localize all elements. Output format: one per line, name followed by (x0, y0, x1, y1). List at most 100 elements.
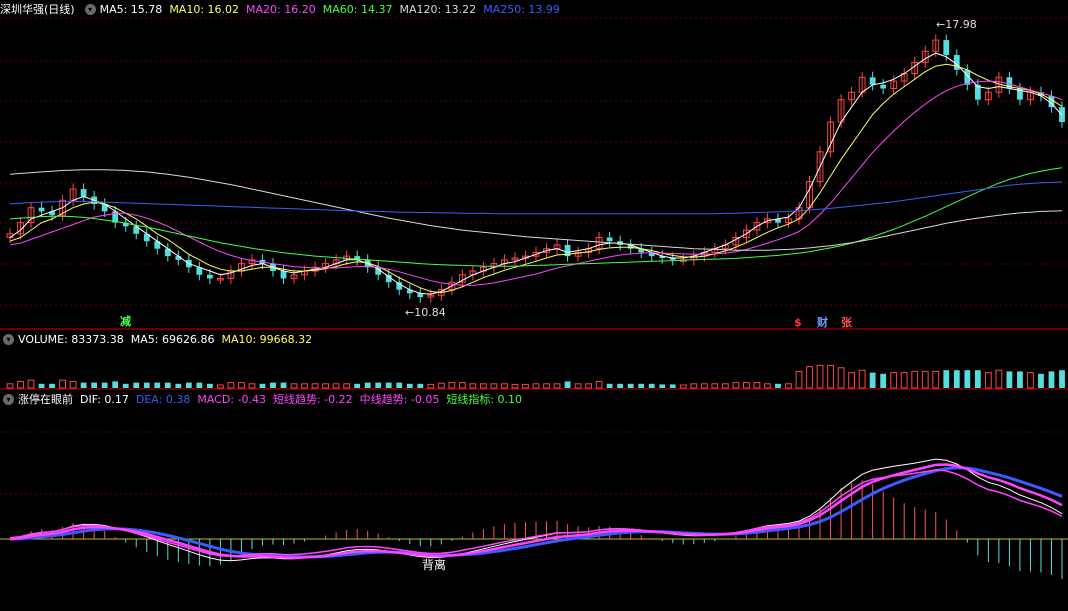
volume-bar-up (721, 383, 729, 389)
volume-bar-up (921, 370, 929, 389)
macd-dropdown-icon[interactable]: ▾ (3, 393, 14, 405)
volume-bar-down (564, 381, 571, 388)
volume-bar-down (196, 382, 203, 388)
zhang-marker[interactable]: 张 (841, 316, 852, 329)
volume-bar-down (280, 382, 287, 388)
volume-bar-down (1038, 373, 1044, 388)
volume-bar-up (585, 383, 592, 389)
volume-bar-up (248, 383, 256, 389)
volume-bar-up (700, 383, 708, 389)
volume-bar-up (69, 380, 77, 389)
volume-bar-up (311, 383, 319, 389)
volume-bar-up (6, 383, 14, 389)
volume-bar-up (911, 370, 919, 389)
volume-bar-down (617, 383, 624, 388)
macd-header: ▾ 涨停在眼前 DIF: 0.17 DEA: 0.38 MACD: -0.43 … (0, 391, 529, 407)
ma20-label: MA20: 16.20 (246, 2, 316, 16)
stock-title: 深圳华强(日线) (0, 3, 75, 16)
volume-bar-down (38, 383, 45, 388)
volume-bar-up (848, 372, 855, 389)
jian-marker[interactable]: 减 (120, 315, 131, 328)
mid-trend-label: 中线趋势: -0.05 (359, 393, 440, 406)
ma5-label: MA5: 15.78 (99, 2, 163, 16)
candle-body-down (38, 207, 45, 212)
volume-bar-down (638, 383, 645, 388)
candle-body-down (606, 237, 613, 242)
volume-bar-up (711, 383, 719, 389)
volume-bar-up (785, 383, 792, 389)
ma250-line (9, 181, 1063, 215)
candle-body-down (280, 271, 287, 279)
macd-histogram (20, 480, 1063, 580)
volume-bar-down (964, 370, 971, 388)
volume-bar-down (396, 382, 403, 388)
volume-bar-up (837, 367, 845, 389)
volume-bar-up (238, 382, 245, 389)
volume-bar-down (185, 382, 192, 388)
volume-bar-up (543, 383, 550, 389)
volume-bar-up (743, 382, 750, 389)
volume-bar-up (343, 383, 351, 389)
volume-bar-down (869, 372, 876, 388)
volume-bar-down (1048, 371, 1055, 388)
volume-bar-down (154, 382, 161, 388)
volume-bar-up (995, 369, 1003, 389)
volume-bar-up (332, 383, 340, 389)
volume-bar-down (385, 382, 392, 388)
volume-dropdown-icon[interactable]: ▾ (3, 333, 14, 345)
candle-body-down (943, 40, 950, 55)
volume-bar-down (974, 370, 981, 388)
volume-bar-up (301, 383, 308, 389)
short-indicator-label: 短线指标: 0.10 (446, 393, 523, 406)
volume-bar-down (164, 382, 171, 388)
volume-bar-down (112, 381, 119, 388)
volume-bar-down (943, 370, 950, 388)
short-trend-label: 短线趋势: -0.22 (272, 393, 353, 406)
dif-label: DIF: 0.17 (80, 392, 129, 406)
volume-bar-down (406, 383, 413, 388)
volume-bar-up (806, 366, 813, 389)
volume-bar-down (270, 382, 276, 388)
volume-bar-up (816, 364, 824, 389)
volume-bar-down (143, 382, 150, 388)
volume-bar-up (764, 383, 771, 389)
volume-bar-up (17, 380, 24, 389)
volume-bar-up (322, 383, 329, 389)
volume-bar-down (606, 383, 613, 388)
ma10-label: MA10: 16.02 (169, 2, 240, 16)
volume-bars (6, 364, 1065, 389)
candle-body-down (869, 77, 876, 85)
volume-bar-up (227, 382, 235, 389)
volume-bar-down (1006, 371, 1013, 388)
volume-bar-down (206, 383, 213, 388)
volume-bar-up (501, 383, 508, 389)
ma60-label: MA60: 14.37 (322, 2, 393, 16)
volume-ma10-label: MA10: 99668.32 (221, 332, 313, 346)
volume-ma5-label: MA5: 69626.86 (130, 332, 215, 346)
grid-lines (0, 17, 1068, 540)
volume-label: VOLUME: 83373.38 (18, 332, 124, 346)
dollar-marker[interactable]: $ (794, 316, 802, 329)
volume-bar-down (953, 370, 960, 388)
cai-marker[interactable]: 财 (817, 316, 828, 329)
volume-bar-up (900, 372, 908, 389)
volume-bar-up (932, 370, 940, 389)
candle-body-down (396, 282, 403, 290)
volume-bar-up (217, 384, 224, 389)
volume-bar-up (532, 383, 540, 389)
ma120-label: MA120: 13.22 (399, 2, 477, 16)
header-dropdown-icon[interactable]: ▾ (84, 3, 96, 15)
volume-bar-up (732, 382, 740, 389)
ma250-label: MA250: 13.99 (483, 2, 560, 16)
volume-bar-up (27, 379, 35, 389)
volume-bar-up (290, 383, 298, 389)
volume-bar-up (595, 380, 603, 389)
ma120-line (9, 169, 1063, 251)
volume-bar-down (1017, 371, 1023, 388)
stock-chart (0, 17, 1068, 580)
volume-bar-down (122, 383, 129, 388)
volume-bar-down (1059, 370, 1065, 388)
candle-body-down (80, 189, 87, 197)
volume-bar-up (480, 383, 487, 389)
volume-bar-up (437, 382, 445, 389)
